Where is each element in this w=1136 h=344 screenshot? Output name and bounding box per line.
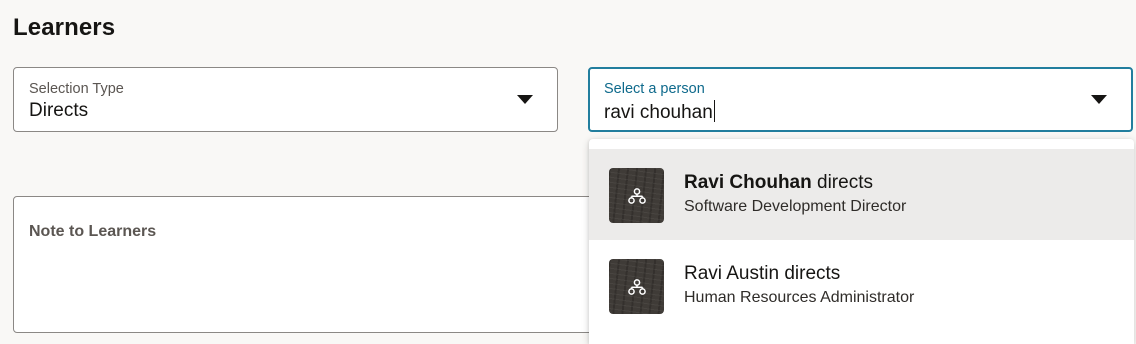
hierarchy-icon	[609, 259, 664, 314]
person-select-label: Select a person	[604, 81, 705, 97]
person-dropdown-list: Ravi Chouhan directs Software Developmen…	[589, 139, 1134, 344]
note-to-learners-field[interactable]: Note to Learners	[13, 196, 613, 333]
chevron-down-icon[interactable]	[517, 95, 533, 104]
chevron-down-icon[interactable]	[1091, 95, 1107, 104]
person-select[interactable]: Select a person ravi chouhan	[588, 67, 1133, 132]
option-job-title: Software Development Director	[684, 198, 907, 215]
note-to-learners-label: Note to Learners	[29, 223, 157, 240]
option-suffix: directs	[811, 172, 873, 193]
selection-type-label: Selection Type	[29, 81, 124, 97]
hierarchy-icon	[609, 168, 664, 223]
person-search-input[interactable]: ravi chouhan	[604, 100, 716, 124]
option-name: Ravi Chouhan	[684, 172, 812, 193]
option-job-title: Human Resources Administrator	[684, 289, 915, 306]
dropdown-option[interactable]: Ravi Chouhan directs Software Developmen…	[589, 149, 1134, 240]
option-name: Ravi Austin	[684, 263, 780, 284]
selection-type-select[interactable]: Selection Type Directs	[13, 67, 558, 132]
page-title: Learners	[13, 14, 116, 41]
person-search-text: ravi chouhan	[604, 102, 713, 123]
option-title: Ravi Chouhan directs	[684, 172, 873, 194]
option-suffix: directs	[779, 263, 841, 284]
dropdown-option[interactable]: Ravi Austin directs Human Resources Admi…	[589, 240, 1134, 331]
option-title: Ravi Austin directs	[684, 263, 840, 285]
text-cursor	[713, 100, 716, 122]
selection-type-value: Directs	[29, 100, 89, 121]
